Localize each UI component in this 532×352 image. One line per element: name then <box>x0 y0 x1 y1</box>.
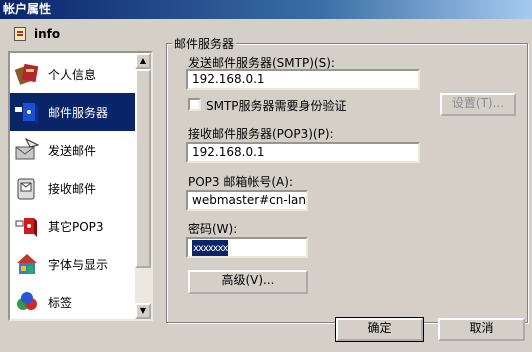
advanced-button[interactable]: 高级(V)... <box>188 270 308 294</box>
pop3-label: 接收邮件服务器(POP3)(P): <box>188 127 334 141</box>
ok-button[interactable]: 确定 <box>335 317 424 342</box>
send-mail-icon <box>14 137 40 163</box>
sidebar-item-label: 标签 <box>48 295 73 310</box>
font-display-icon <box>14 251 40 277</box>
personal-info-icon <box>14 61 40 87</box>
sidebar-item-label: 邮件服务器 <box>48 105 109 120</box>
scroll-up-arrow-icon[interactable]: ▲ <box>135 53 151 69</box>
receive-mail-icon <box>14 175 40 201</box>
password-value: xxxxxxx <box>192 240 228 256</box>
scroll-down-arrow-icon[interactable]: ▼ <box>135 303 151 319</box>
account-name: info <box>34 27 61 41</box>
tags-icon <box>14 289 40 315</box>
sidebar-item-label: 个人信息 <box>48 67 97 82</box>
sidebar-item-label: 字体与显示 <box>48 257 109 272</box>
sidebar-item-personal-info[interactable]: 个人信息 <box>10 55 137 93</box>
sidebar-item-mail-server[interactable]: 邮件服务器 <box>10 93 137 131</box>
account-card-icon <box>14 27 26 41</box>
smtp-auth-label[interactable]: SMTP服务器需要身份验证 <box>206 97 347 114</box>
sidebar-item-label: 接收邮件 <box>48 181 97 196</box>
smtp-settings-button[interactable]: 设置(T)... <box>440 93 516 116</box>
password-input[interactable]: xxxxxxx <box>186 237 308 258</box>
dialog-client: info 个人信息 邮件服务器 发送邮件 接收邮件 其它POP3 字体与显示 标… <box>0 19 532 352</box>
password-label: 密码(W): <box>188 222 238 236</box>
smtp-server-input[interactable]: 192.168.0.1 <box>186 69 420 90</box>
mail-server-icon <box>14 99 40 125</box>
mail-server-group-title: 邮件服务器 <box>172 35 237 52</box>
account-header: info <box>14 27 60 41</box>
sidebar-item-other-pop3[interactable]: 其它POP3 <box>10 207 137 245</box>
title-bar[interactable]: 帐户属性 <box>0 0 532 19</box>
sidebar-item-label: 其它POP3 <box>48 219 104 234</box>
other-pop3-icon <box>14 213 40 239</box>
scroll-thumb[interactable] <box>135 69 151 268</box>
sidebar-item-receive-mail[interactable]: 接收邮件 <box>10 169 137 207</box>
sidebar-item-tags[interactable]: 标签 <box>10 283 137 319</box>
pop3-account-label: POP3 邮箱帐号(A): <box>188 175 293 189</box>
category-list[interactable]: 个人信息 邮件服务器 发送邮件 接收邮件 其它POP3 字体与显示 标签 ▲ ▼ <box>8 51 153 321</box>
sidebar-item-label: 发送邮件 <box>48 143 97 158</box>
window-title: 帐户属性 <box>3 2 52 16</box>
list-scrollbar[interactable]: ▲ ▼ <box>135 53 151 319</box>
sidebar-item-send-mail[interactable]: 发送邮件 <box>10 131 137 169</box>
cancel-button[interactable]: 取消 <box>438 318 525 341</box>
smtp-auth-checkbox[interactable] <box>188 98 201 111</box>
sidebar-item-font-display[interactable]: 字体与显示 <box>10 245 137 283</box>
pop3-account-input[interactable]: webmaster#cn-lan.com <box>186 190 308 211</box>
pop3-server-input[interactable]: 192.168.0.1 <box>186 142 420 163</box>
